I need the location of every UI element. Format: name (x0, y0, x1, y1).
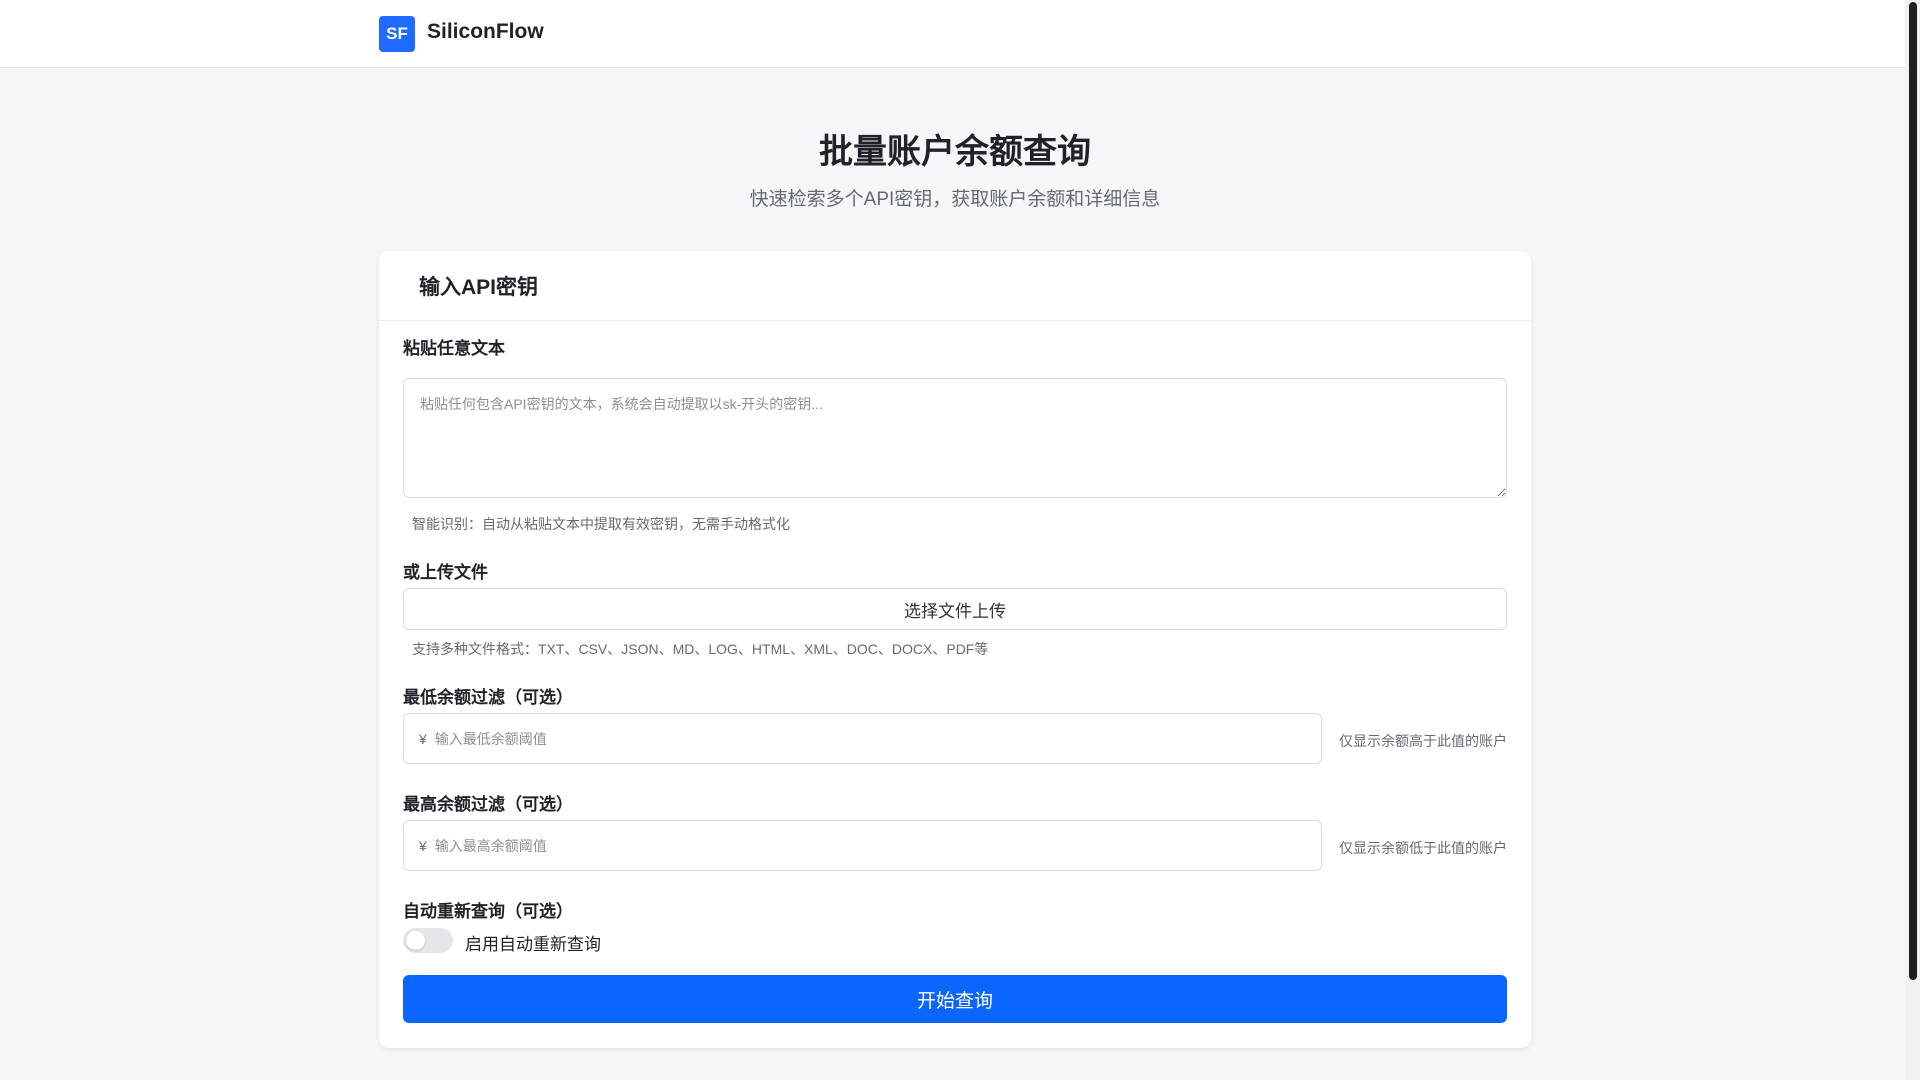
auto-requery-toggle-label[interactable]: 启用自动重新查询 (465, 930, 601, 955)
page-title: 批量账户余额查询 (819, 133, 1091, 171)
upload-label: 或上传文件 (403, 563, 488, 582)
min-balance-field[interactable]: ¥ (403, 713, 1322, 764)
upload-file-button[interactable]: 选择文件上传 (403, 588, 1507, 630)
upload-hint: 支持多种文件格式：TXT、CSV、JSON、MD、LOG、HTML、XML、DO… (412, 641, 989, 657)
auto-requery-toggle[interactable] (403, 928, 453, 953)
top-navbar: SF SiliconFlow (0, 0, 1905, 68)
page-subtitle: 快速检索多个API密钥，获取账户余额和详细信息 (749, 189, 1161, 210)
scrollbar-thumb[interactable] (1909, 2, 1917, 980)
start-query-button[interactable]: 开始查询 (403, 975, 1507, 1023)
auto-requery-label: 自动重新查询（可选） (403, 902, 573, 921)
min-balance-input[interactable] (434, 714, 1321, 763)
paste-text-label: 粘贴任意文本 (403, 339, 505, 358)
max-balance-hint: 仅显示余额低于此值的账户 (1339, 840, 1507, 856)
brand-name[interactable]: SiliconFlow (427, 20, 544, 44)
max-balance-field[interactable]: ¥ (403, 820, 1322, 871)
api-key-form-card: 输入API密钥 粘贴任意文本 智能识别：自动从粘贴文本中提取有效密钥，无需手动格… (379, 251, 1531, 1048)
toggle-knob (406, 931, 425, 950)
max-balance-input[interactable] (434, 821, 1321, 870)
paste-text-area[interactable] (403, 378, 1507, 498)
min-balance-hint: 仅显示余额高于此值的账户 (1339, 733, 1507, 749)
currency-icon: ¥ (419, 730, 427, 747)
paste-hint: 智能识别：自动从粘贴文本中提取有效密钥，无需手动格式化 (412, 516, 790, 532)
max-balance-label: 最高余额过滤（可选） (403, 795, 573, 814)
card-title: 输入API密钥 (379, 251, 1531, 321)
currency-icon: ¥ (419, 837, 427, 854)
logo-badge[interactable]: SF (379, 16, 415, 52)
min-balance-label: 最低余额过滤（可选） (403, 688, 573, 707)
